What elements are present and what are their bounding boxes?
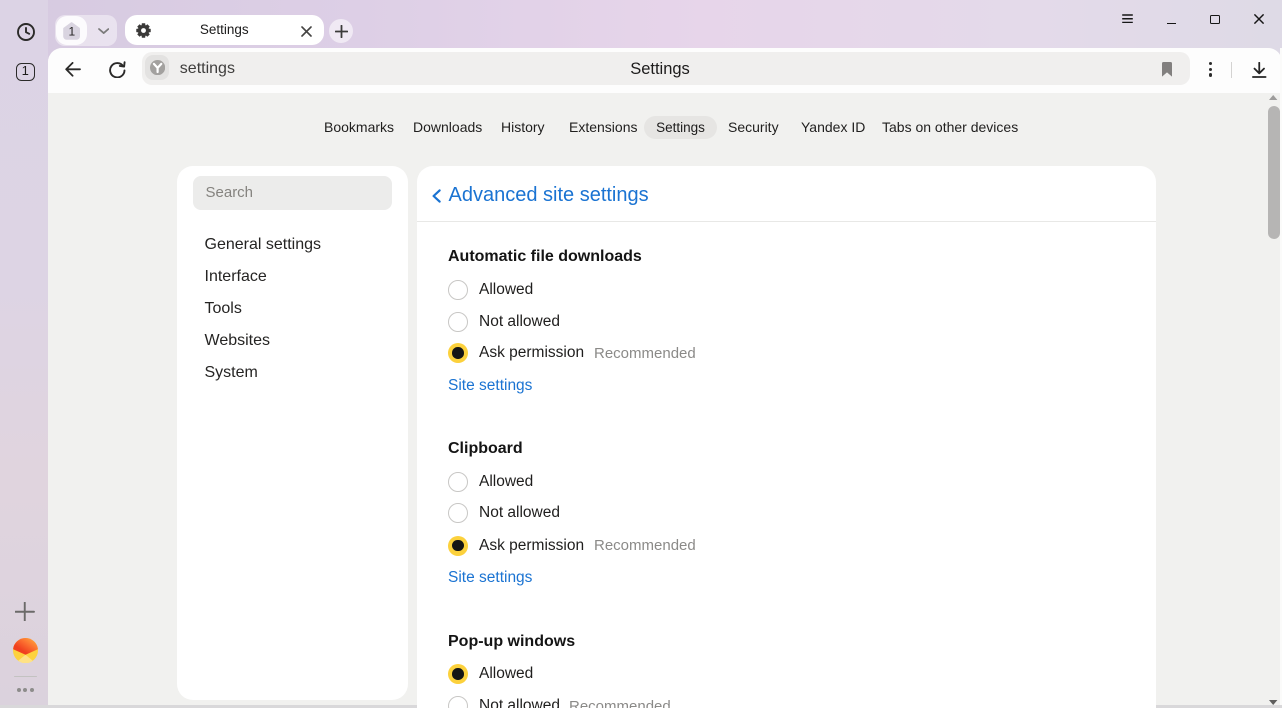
svg-text:1: 1 <box>68 24 75 38</box>
